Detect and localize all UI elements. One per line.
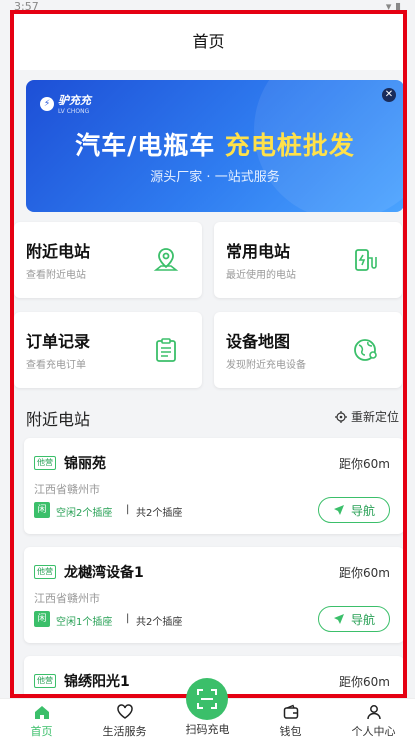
- tab-label: 钱包: [279, 725, 302, 738]
- navigation-arrow-icon: [333, 505, 344, 515]
- station-name: 锦丽苑: [64, 456, 106, 472]
- feature-frequent-stations[interactable]: 常用电站 最近使用的电站: [214, 222, 402, 298]
- feature-device-map[interactable]: 设备地图 发现附近充电设备: [214, 312, 402, 388]
- station-card[interactable]: 他营 锦丽苑 距你60m 江西省赣州市 闲 空闲2个插座 | 共2个插座 导航: [24, 438, 403, 534]
- tab-home[interactable]: 首页: [0, 703, 83, 739]
- banner-subtitle: 源头厂家 · 一站式服务: [150, 170, 280, 185]
- feature-order-records[interactable]: 订单记录 查看充电订单: [14, 312, 202, 388]
- charger-icon: [355, 249, 377, 271]
- idle-sockets: 空闲2个插座: [56, 508, 113, 519]
- station-card[interactable]: 他营 龙樾湾设备1 距你60m 江西省赣州市 闲 空闲1个插座 | 共2个插座 …: [24, 547, 403, 643]
- logo-sub-text: LV CHONG: [58, 108, 90, 115]
- feature-subtitle: 查看附近电站: [26, 270, 86, 281]
- logo-icon: ⚡: [40, 96, 54, 111]
- feature-title: 附近电站: [26, 242, 91, 261]
- station-distance: 距你60m: [339, 675, 390, 689]
- wallet-icon: [283, 704, 298, 719]
- home-icon: [34, 706, 49, 719]
- page-title: 首页: [192, 32, 225, 51]
- station-distance: 距你60m: [339, 566, 390, 580]
- station-name: 龙樾湾设备1: [64, 565, 144, 581]
- highlight-frame: 首页 ⚡ 驴充充 LV CHONG ✕ 汽车/电瓶车 充电桩批发 源头厂家 · …: [10, 10, 407, 698]
- feature-subtitle: 最近使用的电站: [226, 270, 296, 281]
- idle-sockets: 空闲1个插座: [56, 617, 113, 628]
- clipboard-icon: [156, 338, 176, 362]
- scan-charge-button[interactable]: [186, 678, 228, 720]
- nearby-section-title: 附近电站: [26, 410, 91, 429]
- globe-pin-icon: [354, 339, 377, 361]
- logo-text: 驴充充: [58, 94, 91, 107]
- idle-badge: 闲: [34, 611, 50, 627]
- divider: |: [126, 613, 130, 624]
- banner-logo: ⚡ 驴充充 LV CHONG: [40, 92, 91, 115]
- idle-badge: 闲: [34, 502, 50, 518]
- operator-tag: 他营: [34, 565, 56, 579]
- navigate-label: 导航: [350, 612, 375, 627]
- feature-title: 常用电站: [226, 242, 291, 261]
- page-header: 首页: [14, 14, 403, 70]
- banner-title: 汽车/电瓶车 充电桩批发: [26, 126, 403, 162]
- divider: |: [126, 504, 130, 515]
- station-distance: 距你60m: [339, 457, 390, 471]
- heart-icon: [116, 704, 133, 719]
- total-sockets: 共2个插座: [136, 508, 183, 519]
- close-icon[interactable]: ✕: [382, 88, 396, 102]
- promo-banner[interactable]: ⚡ 驴充充 LV CHONG ✕ 汽车/电瓶车 充电桩批发 源头厂家 · 一站式…: [26, 80, 403, 212]
- banner-title-highlight: 充电桩批发: [224, 131, 355, 160]
- tab-label: 生活服务: [102, 725, 147, 738]
- locate-icon: [334, 410, 347, 423]
- banner-title-main: 汽车/电瓶车: [75, 131, 225, 160]
- feature-subtitle: 查看充电订单: [26, 360, 86, 371]
- total-sockets: 共2个插座: [136, 617, 183, 628]
- relocate-button[interactable]: 重新定位: [334, 408, 399, 425]
- tab-label: 扫码充电: [185, 723, 230, 736]
- operator-tag: 他营: [34, 456, 56, 470]
- map-pin-icon: [153, 248, 179, 271]
- tab-scan-charge[interactable]: 扫码充电: [166, 721, 249, 737]
- navigate-label: 导航: [350, 503, 375, 518]
- relocate-label: 重新定位: [350, 410, 399, 424]
- tab-life-services[interactable]: 生活服务: [83, 703, 166, 739]
- scan-icon: [197, 689, 217, 709]
- tab-label: 个人中心: [351, 725, 396, 738]
- feature-title: 订单记录: [26, 332, 91, 351]
- feature-nearby-stations[interactable]: 附近电站 查看附近电站: [14, 222, 202, 298]
- tab-wallet[interactable]: 钱包: [249, 703, 332, 739]
- feature-subtitle: 发现附近充电设备: [226, 360, 306, 371]
- navigation-arrow-icon: [333, 614, 344, 624]
- operator-tag: 他营: [34, 674, 56, 688]
- navigate-button[interactable]: 导航: [318, 606, 390, 632]
- tab-label: 首页: [30, 725, 53, 738]
- navigate-button[interactable]: 导航: [318, 497, 390, 523]
- feature-title: 设备地图: [226, 332, 291, 351]
- station-name: 锦绣阳光1: [64, 674, 130, 690]
- station-address: 江西省赣州市: [34, 483, 100, 496]
- user-icon: [366, 705, 381, 720]
- station-address: 江西省赣州市: [34, 592, 100, 605]
- tab-profile[interactable]: 个人中心: [332, 703, 415, 739]
